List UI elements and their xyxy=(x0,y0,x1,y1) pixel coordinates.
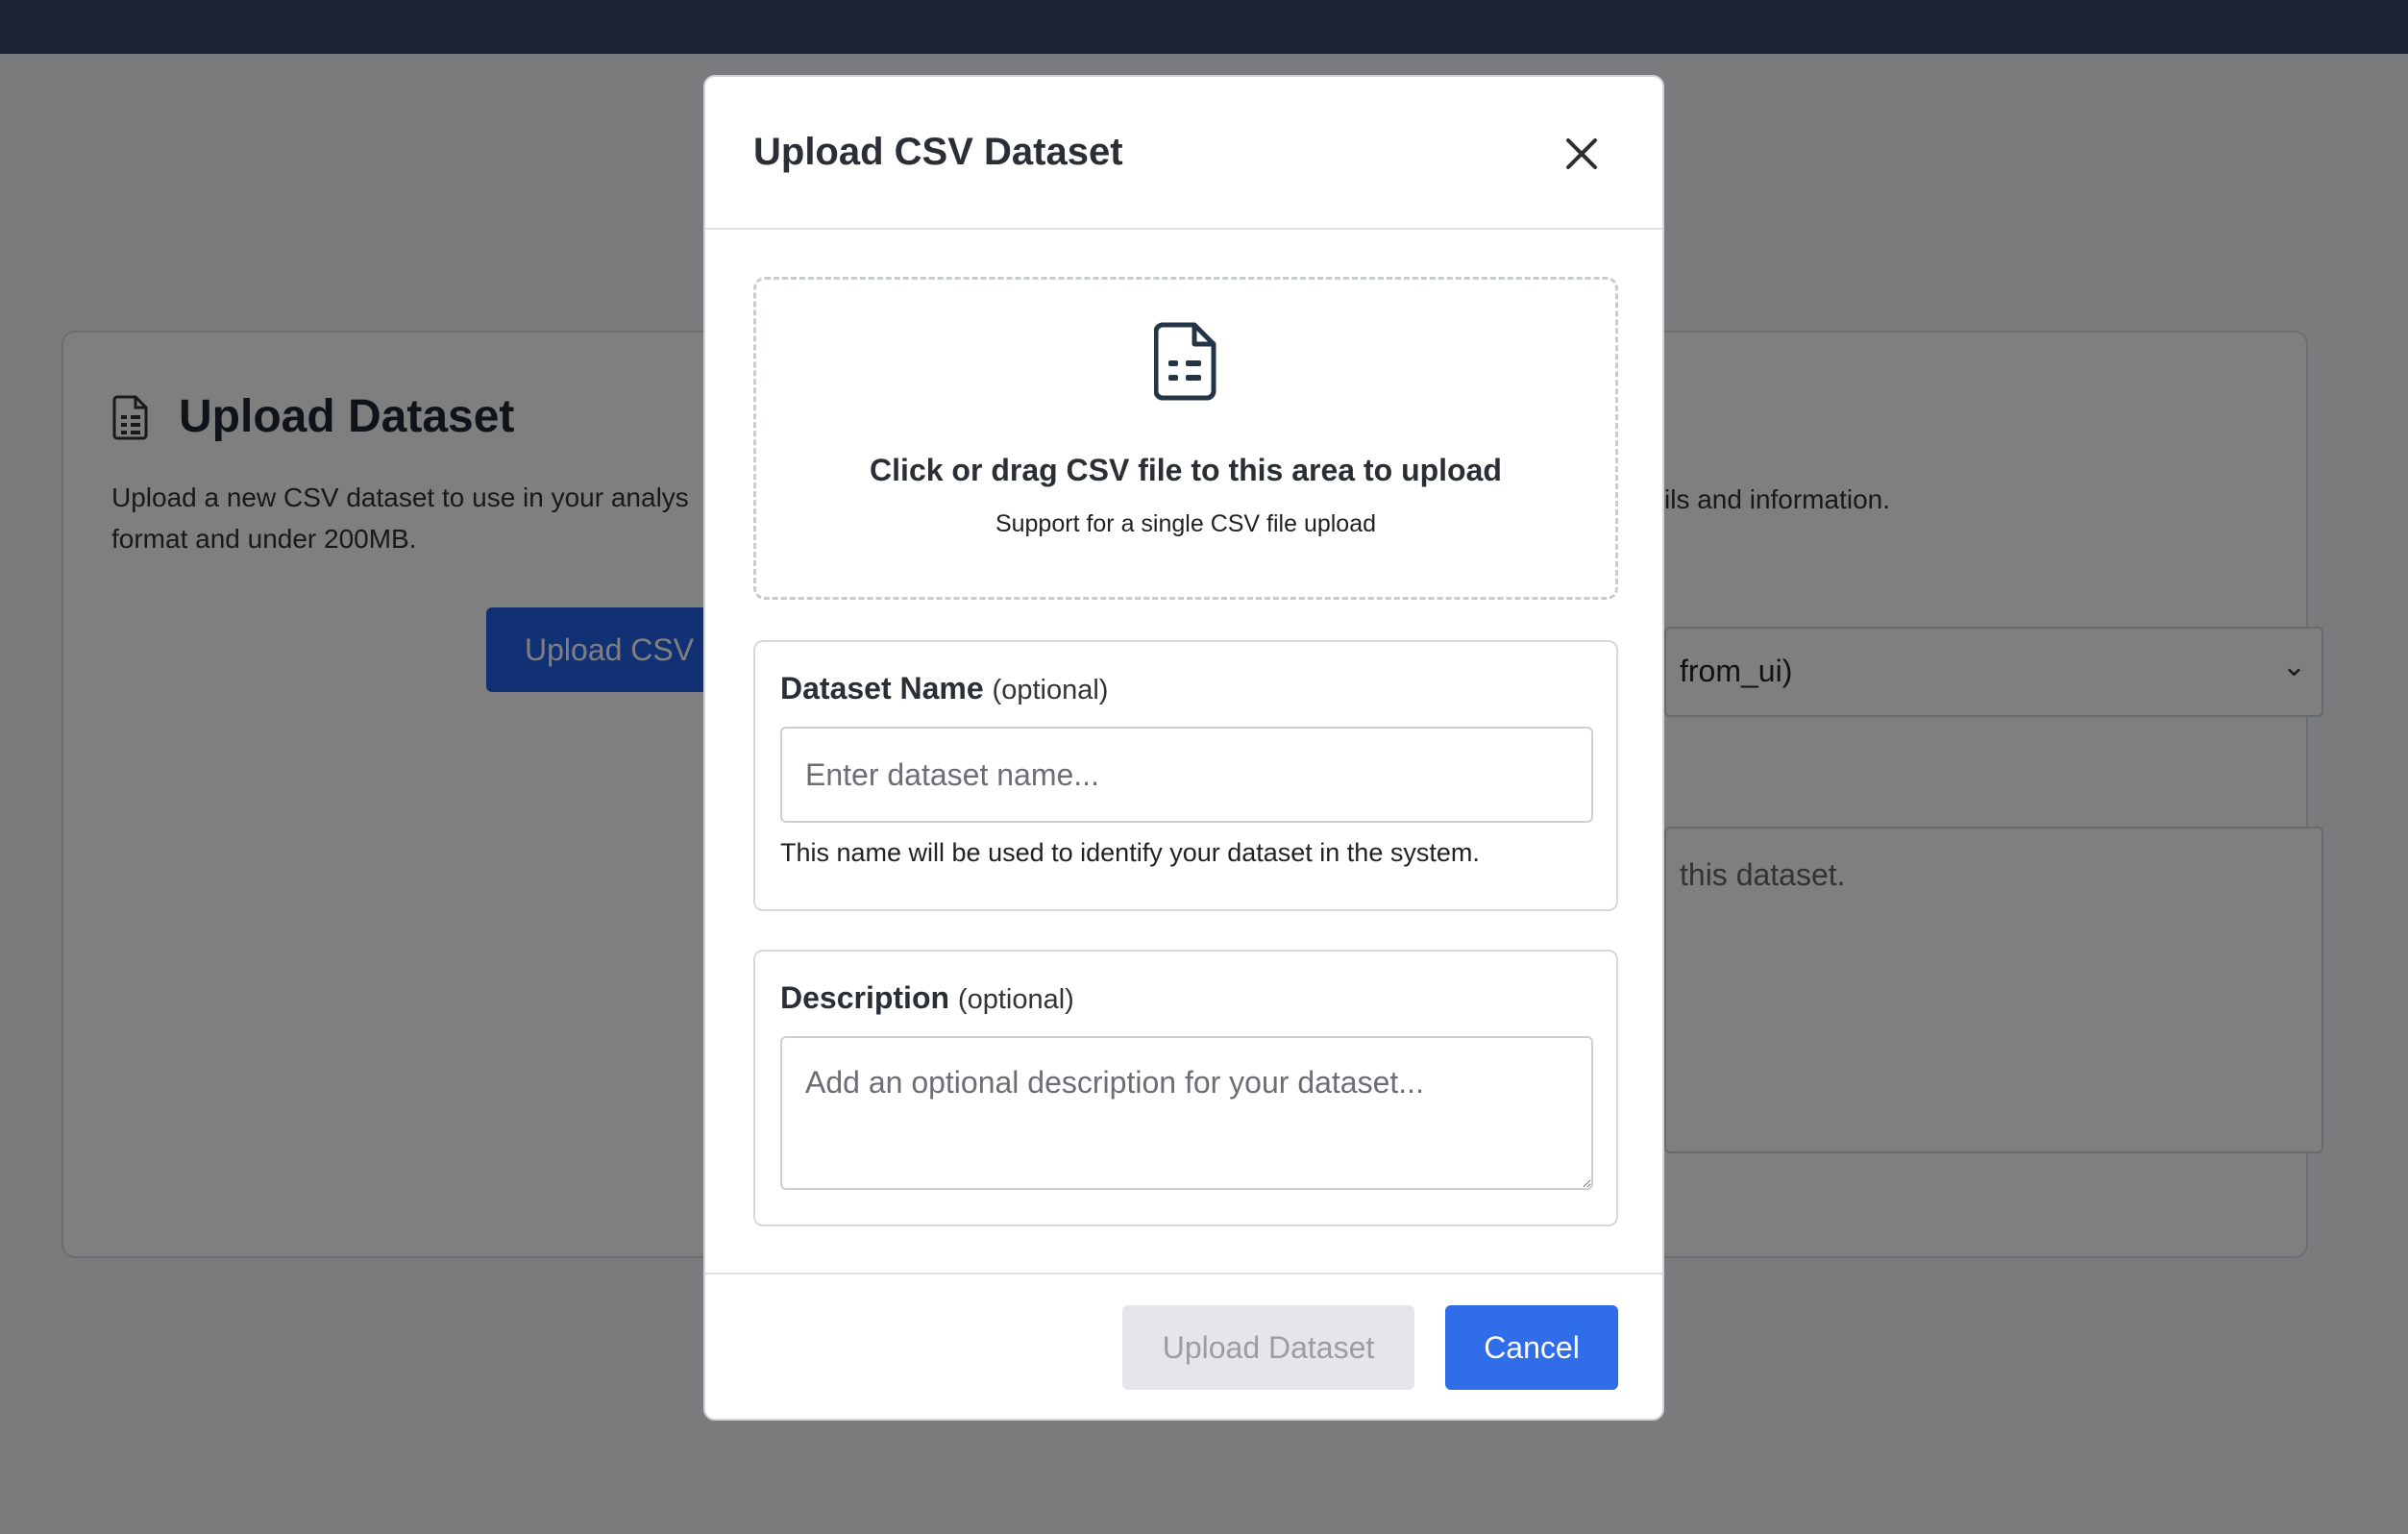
close-icon xyxy=(1566,138,1597,169)
modal-title: Upload CSV Dataset xyxy=(753,131,1123,173)
dropzone-subtitle: Support for a single CSV file upload xyxy=(995,510,1377,537)
description-section: Description (optional) xyxy=(753,950,1618,1226)
dropzone-title: Click or drag CSV file to this area to u… xyxy=(870,453,1502,487)
csv-dropzone[interactable]: Click or drag CSV file to this area to u… xyxy=(753,277,1618,600)
dataset-name-section: Dataset Name (optional) This name will b… xyxy=(753,640,1618,911)
optional-tag: (optional) xyxy=(992,675,1109,705)
optional-tag: (optional) xyxy=(957,984,1074,1015)
file-spreadsheet-icon xyxy=(1154,322,1216,401)
description-textarea[interactable] xyxy=(780,1036,1593,1190)
top-navbar xyxy=(0,0,2408,54)
cancel-button[interactable]: Cancel xyxy=(1445,1305,1618,1390)
dataset-name-label: Dataset Name (optional) xyxy=(780,671,1109,705)
upload-csv-modal: Upload CSV Dataset Click or drag CSV fil… xyxy=(703,75,1664,1421)
modal-footer-divider xyxy=(705,1273,1662,1274)
modal-header-divider xyxy=(705,228,1662,230)
description-label: Description (optional) xyxy=(780,980,1074,1015)
upload-dataset-button[interactable]: Upload Dataset xyxy=(1122,1305,1414,1390)
dataset-name-help: This name will be used to identify your … xyxy=(780,838,1480,867)
close-button[interactable] xyxy=(1555,127,1609,181)
dataset-name-input[interactable] xyxy=(780,727,1593,823)
